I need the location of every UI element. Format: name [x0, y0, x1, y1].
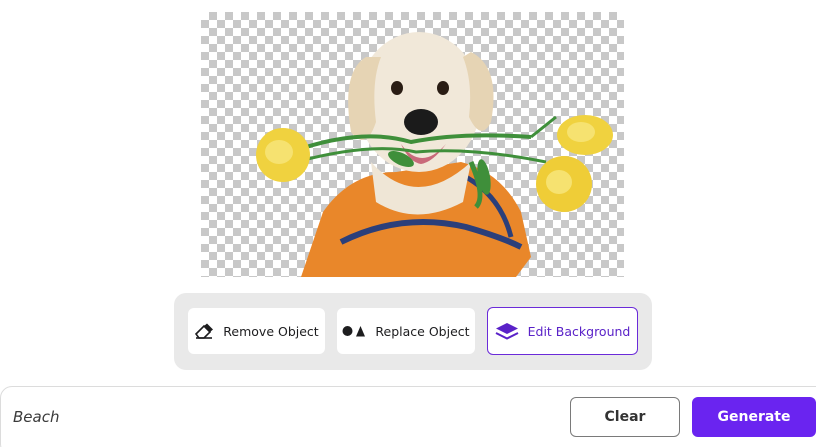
dog-image	[256, 32, 613, 277]
eraser-icon	[194, 323, 214, 339]
remove-object-label: Remove Object	[223, 323, 319, 339]
replace-object-label: Replace Object	[375, 323, 470, 339]
edit-background-button[interactable]: Edit Background	[487, 307, 638, 355]
edit-background-label: Edit Background	[527, 323, 631, 339]
replace-object-button[interactable]: Replace Object	[337, 308, 475, 354]
prompt-bar: Beach Clear Generate	[0, 386, 816, 447]
shapes-icon	[342, 325, 366, 337]
app-stage: Remove Object Replace Object Edit Backgr…	[0, 0, 816, 447]
layers-icon	[495, 322, 519, 340]
image-preview	[201, 12, 624, 277]
remove-object-button[interactable]: Remove Object	[188, 308, 325, 354]
edit-toolbar: Remove Object Replace Object Edit Backgr…	[174, 293, 652, 370]
clear-button[interactable]: Clear	[570, 397, 680, 437]
prompt-input[interactable]: Beach	[13, 408, 59, 426]
generate-button[interactable]: Generate	[692, 397, 816, 437]
